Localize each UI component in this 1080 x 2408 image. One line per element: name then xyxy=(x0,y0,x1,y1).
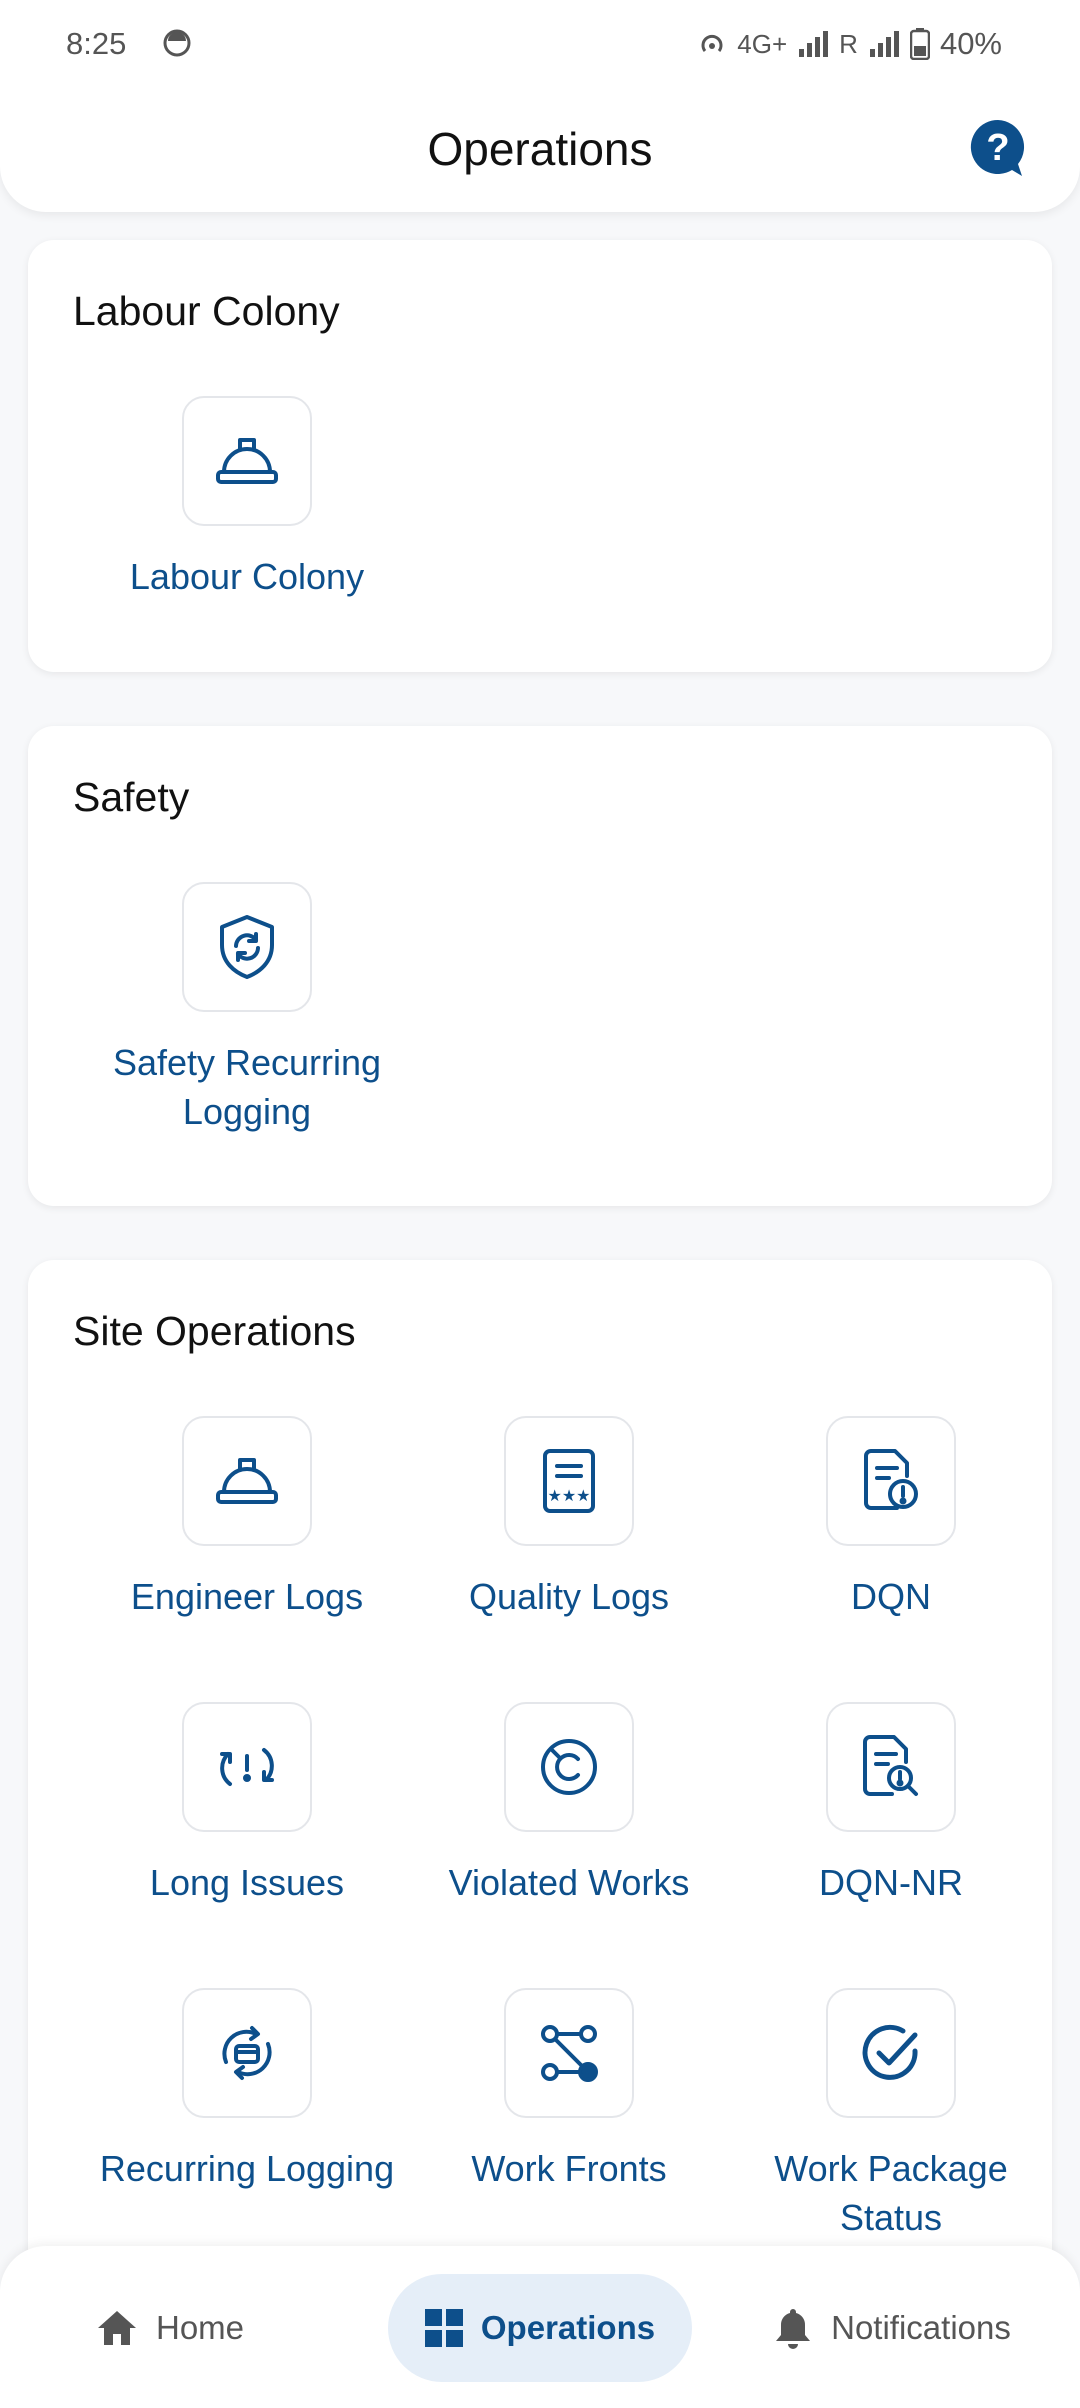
tile-dqn-nr[interactable]: DQN-NR xyxy=(730,1702,1052,1907)
site-operations-card: Site Operations Engineer Logs ★★★ Qualit… xyxy=(28,1260,1052,2360)
refresh-alert-icon xyxy=(220,1748,274,1786)
help-icon[interactable]: ? xyxy=(966,116,1030,180)
section-title: Labour Colony xyxy=(73,288,340,334)
tile-icon-box xyxy=(826,1416,956,1546)
tile-icon-box xyxy=(504,1702,634,1832)
tile-label: Long Issues xyxy=(149,1862,345,1903)
tile-labour-colony[interactable]: Labour Colony xyxy=(86,396,408,601)
safety-card: Safety Safety Recurring Logging xyxy=(28,726,1052,1206)
battery-icon xyxy=(909,28,930,60)
tile-icon-box xyxy=(182,396,312,526)
nav-operations-label: Operations xyxy=(480,2309,656,2346)
status-bar: 8:25 4G+ R 40% xyxy=(0,0,1080,90)
status-right: 4G+ R 40% xyxy=(697,26,1002,62)
grid-icon xyxy=(424,2309,463,2347)
tile-icon-box xyxy=(504,1988,634,2118)
svg-text:★★★: ★★★ xyxy=(547,1486,590,1505)
tile-label: Engineer Logs xyxy=(130,1576,364,1617)
tile-quality-logs[interactable]: ★★★ Quality Logs xyxy=(408,1416,730,1621)
tile-icon-box xyxy=(182,1988,312,2118)
tile-label: Labour Colony xyxy=(129,556,365,597)
tile-icon-box xyxy=(826,1988,956,2118)
section-title: Safety xyxy=(73,774,190,820)
section-title: Site Operations xyxy=(73,1308,356,1354)
roaming-indicator: R xyxy=(839,28,858,59)
signal-icon xyxy=(799,31,829,57)
nav-operations[interactable]: Operations xyxy=(388,2274,692,2382)
signal-icon-2 xyxy=(869,31,899,57)
tile-label: Work Fronts xyxy=(471,2148,667,2189)
tile-label: DQN-NR xyxy=(819,1862,963,1903)
check-circle-icon xyxy=(862,2024,918,2080)
tile-label: Work Package Status xyxy=(774,2148,1008,2238)
flow-nodes-icon xyxy=(541,2025,598,2082)
top-app-bar: 8:25 4G+ R 40% Operations ? xyxy=(0,0,1080,212)
tile-label: Safety Recurring Logging xyxy=(112,1042,382,1132)
nav-notifications-label: Notifications xyxy=(831,2309,1011,2346)
battery-level: 40% xyxy=(939,26,1002,61)
tile-icon-box xyxy=(182,1416,312,1546)
labour-colony-card: Labour Colony Labour Colony xyxy=(28,240,1052,672)
hard-hat-icon xyxy=(216,438,278,484)
hard-hat-icon xyxy=(216,1458,278,1504)
tile-icon-box xyxy=(826,1702,956,1832)
tile-label: Violated Works xyxy=(448,1862,690,1903)
page-title: Operations xyxy=(427,123,653,175)
network-type: 4G+ xyxy=(737,28,788,59)
bell-icon xyxy=(776,2309,811,2349)
nav-notifications[interactable]: Notifications xyxy=(754,2274,1030,2382)
home-icon xyxy=(97,2311,136,2345)
bottom-navigation: Home Operations Notifications xyxy=(0,2246,1080,2408)
recurring-box-icon xyxy=(222,2026,272,2080)
tile-work-package-status[interactable]: Work Package Status xyxy=(730,1988,1052,2242)
tile-engineer-logs[interactable]: Engineer Logs xyxy=(86,1416,408,1621)
document-search-icon xyxy=(863,1735,918,1796)
copyright-slash-icon xyxy=(541,1739,597,1795)
tile-dqn[interactable]: DQN xyxy=(730,1416,1052,1621)
document-alert-icon xyxy=(864,1449,918,1510)
nav-home-label: Home xyxy=(155,2309,245,2346)
tile-safety-recurring-logging[interactable]: Safety Recurring Logging xyxy=(86,882,408,1136)
shield-refresh-icon xyxy=(220,915,274,979)
tile-label: DQN xyxy=(851,1576,931,1617)
tile-icon-box xyxy=(182,1702,312,1832)
tile-label: Quality Logs xyxy=(468,1576,670,1617)
rating-document-icon: ★★★ xyxy=(543,1449,595,1513)
tile-violated-works[interactable]: Violated Works xyxy=(408,1702,730,1907)
dnd-icon xyxy=(163,29,191,57)
tile-label: Recurring Logging xyxy=(99,2148,395,2189)
svg-text:?: ? xyxy=(986,127,1009,169)
tile-recurring-logging[interactable]: Recurring Logging xyxy=(86,1988,408,2193)
nav-home[interactable]: Home xyxy=(60,2274,280,2382)
tile-icon-box xyxy=(182,882,312,1012)
tile-long-issues[interactable]: Long Issues xyxy=(86,1702,408,1907)
tile-icon-box: ★★★ xyxy=(504,1416,634,1546)
hotspot-icon xyxy=(701,34,723,52)
tile-work-fronts[interactable]: Work Fronts xyxy=(408,1988,730,2193)
status-time: 8:25 xyxy=(66,26,127,61)
